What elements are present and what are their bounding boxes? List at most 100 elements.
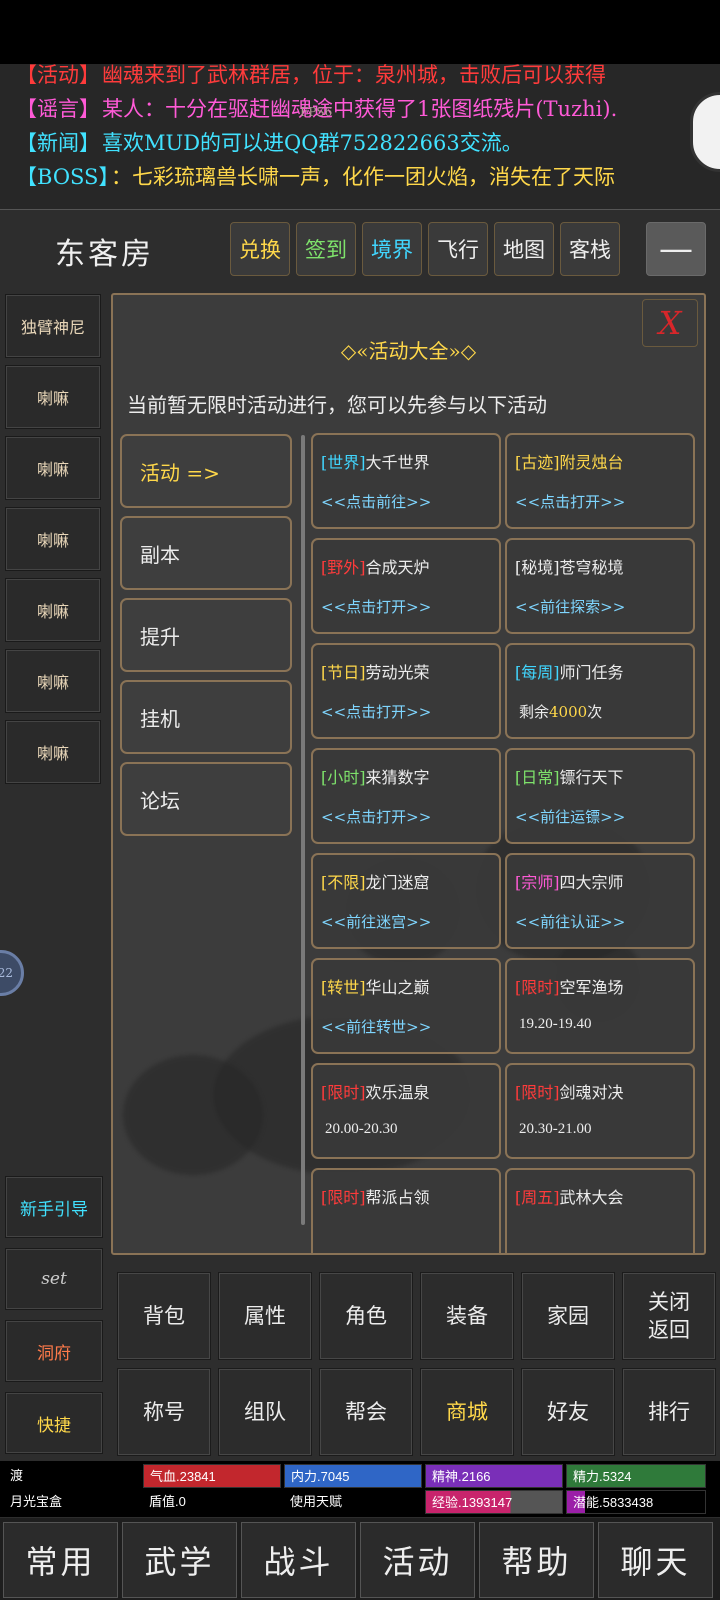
function-button[interactable]: 背包 [117,1272,211,1360]
activity-action-text: 剩余 [519,703,550,721]
potential-bar: 潜能.5833438 [566,1490,706,1514]
activity-action-link[interactable]: <<点击打开>> [515,491,625,512]
function-button[interactable]: 组队 [218,1368,312,1456]
bottom-tab[interactable]: 聊天 [598,1522,713,1598]
npc-item[interactable]: 喇嘛 [5,507,101,571]
activity-card[interactable]: [限时]空军渔场 19.20-19.40 [505,958,695,1054]
activity-card[interactable]: [限时]欢乐温泉 20.00-20.30 [311,1063,501,1159]
activity-action-text: <<点击打开>> [321,598,432,616]
category-button[interactable]: 提升 [120,598,292,672]
shortcut-button[interactable]: set [5,1248,103,1310]
activity-action-link[interactable]: <<前往认证>> [515,911,625,932]
bottom-tab[interactable]: 战斗 [241,1522,356,1598]
shortcut-button[interactable]: 洞府 [5,1320,103,1382]
activity-tag: [限时] [321,1188,366,1207]
category-button[interactable]: 挂机 [120,680,292,754]
remaining-count: 4000 [549,703,588,721]
activity-card[interactable]: [周五]武林大会 [505,1168,695,1253]
player-name: 渡 [10,1468,24,1483]
activity-card[interactable]: [节日]劳动光荣 <<点击打开>> [311,643,501,739]
activity-card-title: [限时]欢乐温泉 [321,1079,430,1103]
activity-card[interactable]: [秘境]苍穹秘境 <<前往探索>> [505,538,695,634]
bottom-tab[interactable]: 常用 [3,1522,118,1598]
activity-action-link[interactable]: <<前往运镖>> [515,806,625,827]
header-button[interactable]: 飞行 [428,222,488,276]
activity-tag: [限时] [515,1083,560,1102]
activity-name: 武林大会 [559,1188,624,1207]
activity-card[interactable]: [每周]师门任务 剩余4000次 [505,643,695,739]
activity-action-link[interactable]: <<前往探索>> [515,596,625,617]
activity-action-link[interactable]: <<前往迷宫>> [321,911,431,932]
category-button[interactable]: 活动 => [120,434,292,508]
activity-tag: [限时] [515,978,560,997]
category-button[interactable]: 论坛 [120,762,292,836]
header-button[interactable]: 客栈 [560,222,620,276]
activity-action-link[interactable]: <<点击前往>> [321,491,431,512]
category-button[interactable]: 副本 [120,516,292,590]
activity-card[interactable]: [世界]大千世界 <<点击前往>> [311,433,501,529]
fps-counter: FPS6 [300,105,333,119]
function-button[interactable]: 排行 [622,1368,716,1456]
npc-item[interactable]: 喇嘛 [5,578,101,642]
activity-action-text: <<前往运镖>> [515,808,626,826]
activity-action-link[interactable]: <<点击打开>> [321,596,431,617]
function-button[interactable]: 好友 [521,1368,615,1456]
activity-action-link[interactable]: <<前往转世>> [321,1016,431,1037]
activity-action-text: <<前往探索>> [515,598,626,616]
shortcut-button[interactable]: 新手引导 [5,1176,103,1238]
header-button[interactable]: 签到 [296,222,356,276]
npc-item[interactable]: 独臂神尼 [5,294,101,358]
activity-action-text: <<点击前往>> [321,493,432,511]
function-button[interactable]: 角色 [319,1272,413,1360]
message-tag: 【活动】 [16,64,100,87]
message-tag: 【谣言】 [16,97,100,121]
activity-name: 帮派占领 [365,1188,430,1207]
npc-item[interactable]: 喇嘛 [5,720,101,784]
neili-bar: 内力.7045 [284,1464,422,1488]
talent-label: 使用天赋 [290,1494,343,1509]
activity-card[interactable]: [不限]龙门迷窟 <<前往迷宫>> [311,853,501,949]
npc-item[interactable]: 喇嘛 [5,649,101,713]
activity-card[interactable]: [限时]剑魂对决 20.30-21.00 [505,1063,695,1159]
function-button[interactable]: 装备 [420,1272,514,1360]
npc-item[interactable]: 喇嘛 [5,436,101,500]
header-button[interactable]: 兑换 [230,222,290,276]
remaining-unit: 次 [587,703,603,721]
bottom-tab-bar: 常用 武学 战斗 活动 帮助 聊天 [0,1518,720,1600]
function-button[interactable]: 商城 [420,1368,514,1456]
activity-card[interactable]: [古迹]附灵烛台 <<点击打开>> [505,433,695,529]
shortcut-button[interactable]: 快捷 [5,1392,103,1454]
bottom-tab[interactable]: 活动 [360,1522,475,1598]
header-button[interactable]: 地图 [494,222,554,276]
bottom-tab[interactable]: 武学 [122,1522,237,1598]
function-button[interactable]: 家园 [521,1272,615,1360]
function-button[interactable]: 属性 [218,1272,312,1360]
function-button[interactable]: 帮会 [319,1368,413,1456]
activity-card[interactable]: [限时]帮派占领 [311,1168,501,1253]
message-feed[interactable]: 【活动】幽魂来到了武林群居，位于：泉州城，击败后可以获得 【谣言】某人：十分在驱赶… [0,64,720,210]
activity-action-link[interactable]: <<点击打开>> [321,701,431,722]
side-bubble[interactable]: 22 [0,950,24,996]
function-button[interactable]: 称号 [117,1368,211,1456]
activity-card[interactable]: [野外]合成天炉 <<点击打开>> [311,538,501,634]
room-title: 东客房 [55,237,154,272]
header-button[interactable]: 境界 [362,222,422,276]
function-grid: 背包 属性 角色 装备 家园 关闭 返回称号 组队 帮会 商城 好友 排行 [111,1262,720,1460]
minimize-button[interactable]: — [646,222,706,276]
activity-card[interactable]: [宗师]四大宗师 <<前往认证>> [505,853,695,949]
activity-tag: [限时] [321,1083,366,1102]
activity-action-link[interactable]: 剩余4000次 [519,701,602,722]
activity-card[interactable]: [日常]镖行天下 <<前往运镖>> [505,748,695,844]
activity-card[interactable]: [小时]来猜数字 <<点击打开>> [311,748,501,844]
npc-item[interactable]: 喇嘛 [5,365,101,429]
activity-card[interactable]: [转世]华山之巅 <<前往转世>> [311,958,501,1054]
activity-tag: [每周] [515,663,560,682]
panel-scrollbar[interactable] [301,435,305,1225]
hp-bar: 气血.23841 [143,1464,281,1488]
activity-action-link[interactable]: <<点击打开>> [321,806,431,827]
function-button[interactable]: 关闭 返回 [622,1272,716,1360]
activity-action-text: <<点击打开>> [321,703,432,721]
bottom-tab[interactable]: 帮助 [479,1522,594,1598]
activity-name: 四大宗师 [559,873,624,892]
activity-tag: [小时] [321,768,366,787]
